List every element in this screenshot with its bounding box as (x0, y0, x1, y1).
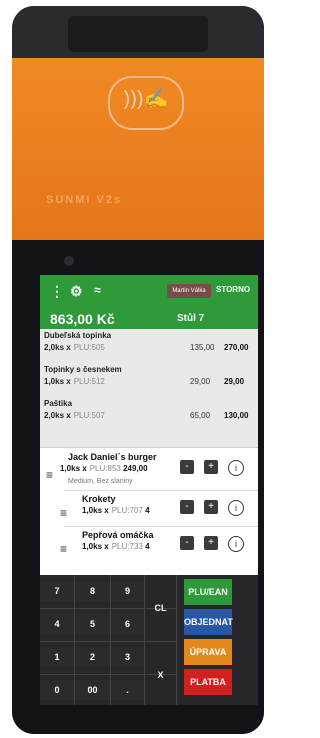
platba-button[interactable]: PLATBA (184, 669, 232, 695)
burger-block: ≡ Jack Daniel´s burger 1,0ks x PLU:853 24… (40, 447, 258, 572)
hamburger-menu-icon[interactable]: ≡ (46, 468, 53, 482)
plus-button[interactable]: + (204, 460, 218, 474)
sub1-qty-value: 1,0ks x (82, 506, 109, 515)
item-qty: 1,0ks x PLU:512 (44, 377, 105, 386)
total-bar: 863,00 Kč Stůl 7 (40, 309, 258, 329)
key-0[interactable]: 0 (40, 680, 74, 700)
clear-key[interactable]: CL (145, 590, 176, 626)
hamburger-menu-icon[interactable]: ≡ (60, 506, 67, 520)
table-label: Stůl 7 (177, 313, 205, 324)
more-vertical-icon[interactable]: ⋮ (50, 283, 64, 300)
sub2-plu: PLU:733 (111, 542, 143, 551)
key-2[interactable]: 2 (75, 647, 110, 667)
key-dot[interactable]: . (111, 680, 144, 700)
item-sum: 270,00 (224, 343, 249, 352)
minus-button[interactable]: - (180, 500, 194, 514)
sub1-price: 4 (145, 506, 150, 515)
sub1-name: Krokety (82, 494, 116, 504)
key-4[interactable]: 4 (40, 614, 74, 634)
item-price: 65,00 (190, 411, 211, 420)
key-5[interactable]: 5 (75, 614, 110, 634)
top-cap (12, 6, 264, 66)
key-1[interactable]: 1 (40, 647, 74, 667)
burger-price: 249,00 (123, 464, 148, 473)
item-plu: PLU:512 (73, 377, 105, 386)
divider (64, 526, 258, 527)
item-qty-value: 1,0ks x (44, 377, 71, 386)
gear-icon[interactable]: ⚙ (70, 283, 83, 300)
item-qty-value: 2,0ks x (44, 411, 71, 420)
minus-button[interactable]: - (180, 460, 194, 474)
sub2-name: Pepřová omáčka (82, 530, 154, 540)
pos-screen: ⋮ ⚙ ≈ Martin Válka STORNO 863,00 Kč Stůl… (40, 275, 258, 705)
item-name: Dubeľská topinka (44, 331, 112, 340)
sub2-price: 4 (145, 542, 150, 551)
sub1-qty: 1,0ks x PLU:707 4 (82, 506, 150, 515)
printer-slot (68, 16, 208, 52)
info-button[interactable]: i (228, 460, 244, 476)
order-list: Dubeľská topinka 2,0ks x PLU:505 135,00 2… (40, 329, 258, 572)
plus-button[interactable]: + (204, 500, 218, 514)
sub2-qty-value: 1,0ks x (82, 542, 109, 551)
burger-note: Medium, Bez slaniny (68, 478, 133, 485)
item-qty-value: 2,0ks x (44, 343, 71, 352)
item-plu: PLU:507 (73, 411, 105, 420)
key-9[interactable]: 9 (111, 581, 144, 601)
order-total: 863,00 Kč (50, 311, 115, 327)
device-brand: SUNMI V2s (46, 194, 123, 206)
sub2-qty: 1,0ks x PLU:733 4 (82, 542, 150, 551)
plu-ean-button[interactable]: PLU/EAN (184, 579, 232, 605)
burger-qty-value: 1,0ks x (60, 464, 87, 473)
storno-button[interactable]: STORNO (216, 285, 250, 294)
user-button[interactable]: Martin Válka (167, 284, 211, 298)
header-bar: ⋮ ⚙ ≈ Martin Válka STORNO (40, 275, 258, 309)
item-price: 29,00 (190, 377, 211, 386)
key-3[interactable]: 3 (111, 647, 144, 667)
wifi-icon: ≈ (94, 283, 101, 297)
list-item[interactable]: Paštika 2,0ks x PLU:507 65,00 130,00 (40, 397, 258, 429)
minus-button[interactable]: - (180, 536, 194, 550)
key-6[interactable]: 6 (111, 614, 144, 634)
contactless-payment-icon: )))✍ (123, 88, 169, 110)
key-8[interactable]: 8 (75, 581, 110, 601)
key-00[interactable]: 00 (75, 680, 110, 700)
list-item[interactable]: Dubeľská topinka 2,0ks x PLU:505 135,00 2… (40, 329, 258, 361)
key-7[interactable]: 7 (40, 581, 74, 601)
burger-plu: PLU:853 (89, 464, 121, 473)
list-item[interactable]: Topinky s česnekem 1,0ks x PLU:512 29,00 … (40, 363, 258, 395)
multiply-key[interactable]: X (145, 657, 176, 693)
burger-qty: 1,0ks x PLU:853 249,00 (60, 464, 148, 473)
info-button[interactable]: i (228, 500, 244, 516)
item-qty: 2,0ks x PLU:507 (44, 411, 105, 420)
item-qty: 2,0ks x PLU:505 (44, 343, 105, 352)
front-camera (64, 256, 74, 266)
divider (64, 490, 258, 491)
hamburger-menu-icon[interactable]: ≡ (60, 542, 67, 556)
info-button[interactable]: i (228, 536, 244, 552)
item-price: 135,00 (190, 343, 215, 352)
item-name: Topinky s česnekem (44, 365, 122, 374)
item-sum: 29,00 (224, 377, 245, 386)
keypad: 7 8 9 4 5 6 1 2 3 0 00 . CL X PLU/EAN OB… (40, 575, 258, 705)
plus-button[interactable]: + (204, 536, 218, 550)
burger-name: Jack Daniel´s burger (68, 452, 157, 462)
uprava-button[interactable]: ÚPRAVA (184, 639, 232, 665)
sub1-plu: PLU:707 (111, 506, 143, 515)
objednat-button[interactable]: OBJEDNAT (184, 609, 233, 635)
item-name: Paštika (44, 399, 73, 408)
nfc-area: )))✍ (108, 76, 184, 130)
item-plu: PLU:505 (73, 343, 105, 352)
item-sum: 130,00 (224, 411, 249, 420)
